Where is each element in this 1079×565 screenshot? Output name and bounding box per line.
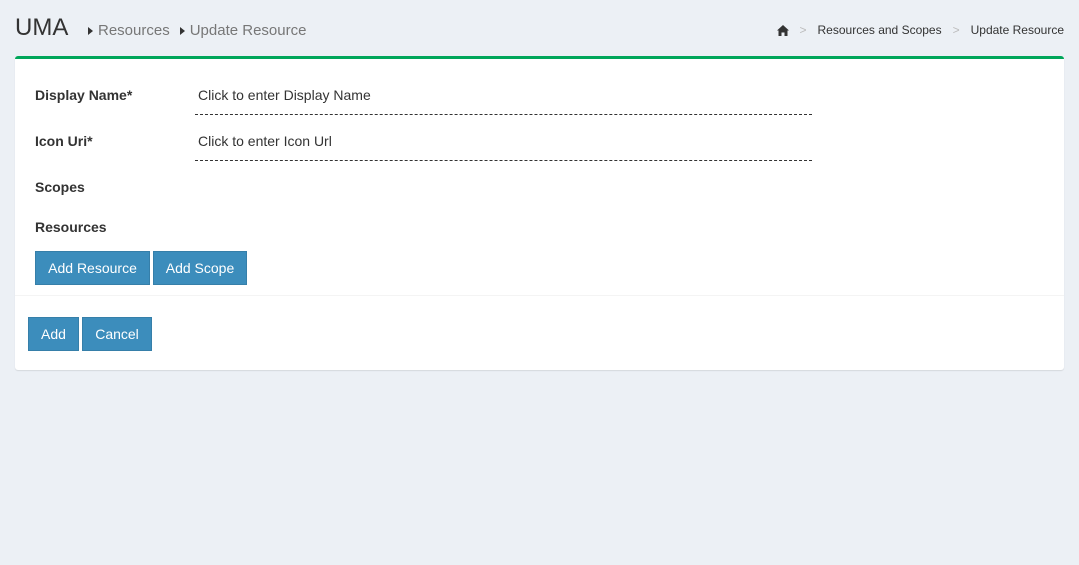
- breadcrumb-item-update-resource: Update Resource: [970, 23, 1064, 37]
- caret-right-icon: [88, 27, 93, 35]
- resources-label: Resources: [35, 219, 107, 235]
- display-name-label: Display Name*: [35, 87, 133, 103]
- breadcrumb-item-resources-and-scopes[interactable]: Resources and Scopes: [818, 23, 942, 37]
- add-button[interactable]: Add: [28, 317, 79, 351]
- add-resource-button[interactable]: Add Resource: [35, 251, 150, 285]
- page-title: UMA: [15, 14, 69, 41]
- caret-right-icon: [179, 27, 185, 35]
- add-scope-button[interactable]: Add Scope: [153, 251, 247, 285]
- header-crumbs: Resources Update Resource: [78, 22, 306, 40]
- page-header: UMA Resources Update Resource > Resource…: [15, 12, 1064, 48]
- box-footer: Add Cancel: [15, 295, 1064, 370]
- breadcrumb-separator: >: [952, 23, 960, 37]
- header-crumb-update-resource: Update Resource: [179, 22, 307, 40]
- home-icon[interactable]: [776, 24, 789, 36]
- display-name-field[interactable]: Click to enter Display Name: [195, 87, 812, 115]
- breadcrumb-separator: >: [799, 23, 807, 37]
- icon-uri-field[interactable]: Click to enter Icon Url: [195, 133, 812, 161]
- display-name-row: Display Name* Click to enter Display Nam…: [35, 87, 815, 133]
- header-crumb-label: Update Resource: [189, 22, 307, 39]
- cancel-button[interactable]: Cancel: [82, 317, 152, 351]
- icon-uri-label: Icon Uri*: [35, 133, 93, 149]
- icon-uri-row: Icon Uri* Click to enter Icon Url: [35, 133, 815, 179]
- header-crumb-resources: Resources: [88, 22, 170, 40]
- resource-form-box: Display Name* Click to enter Display Nam…: [15, 56, 1064, 370]
- scopes-label: Scopes: [35, 179, 85, 195]
- header-crumb-label: Resources: [98, 22, 170, 39]
- breadcrumb: > Resources and Scopes > Update Resource: [776, 23, 1064, 37]
